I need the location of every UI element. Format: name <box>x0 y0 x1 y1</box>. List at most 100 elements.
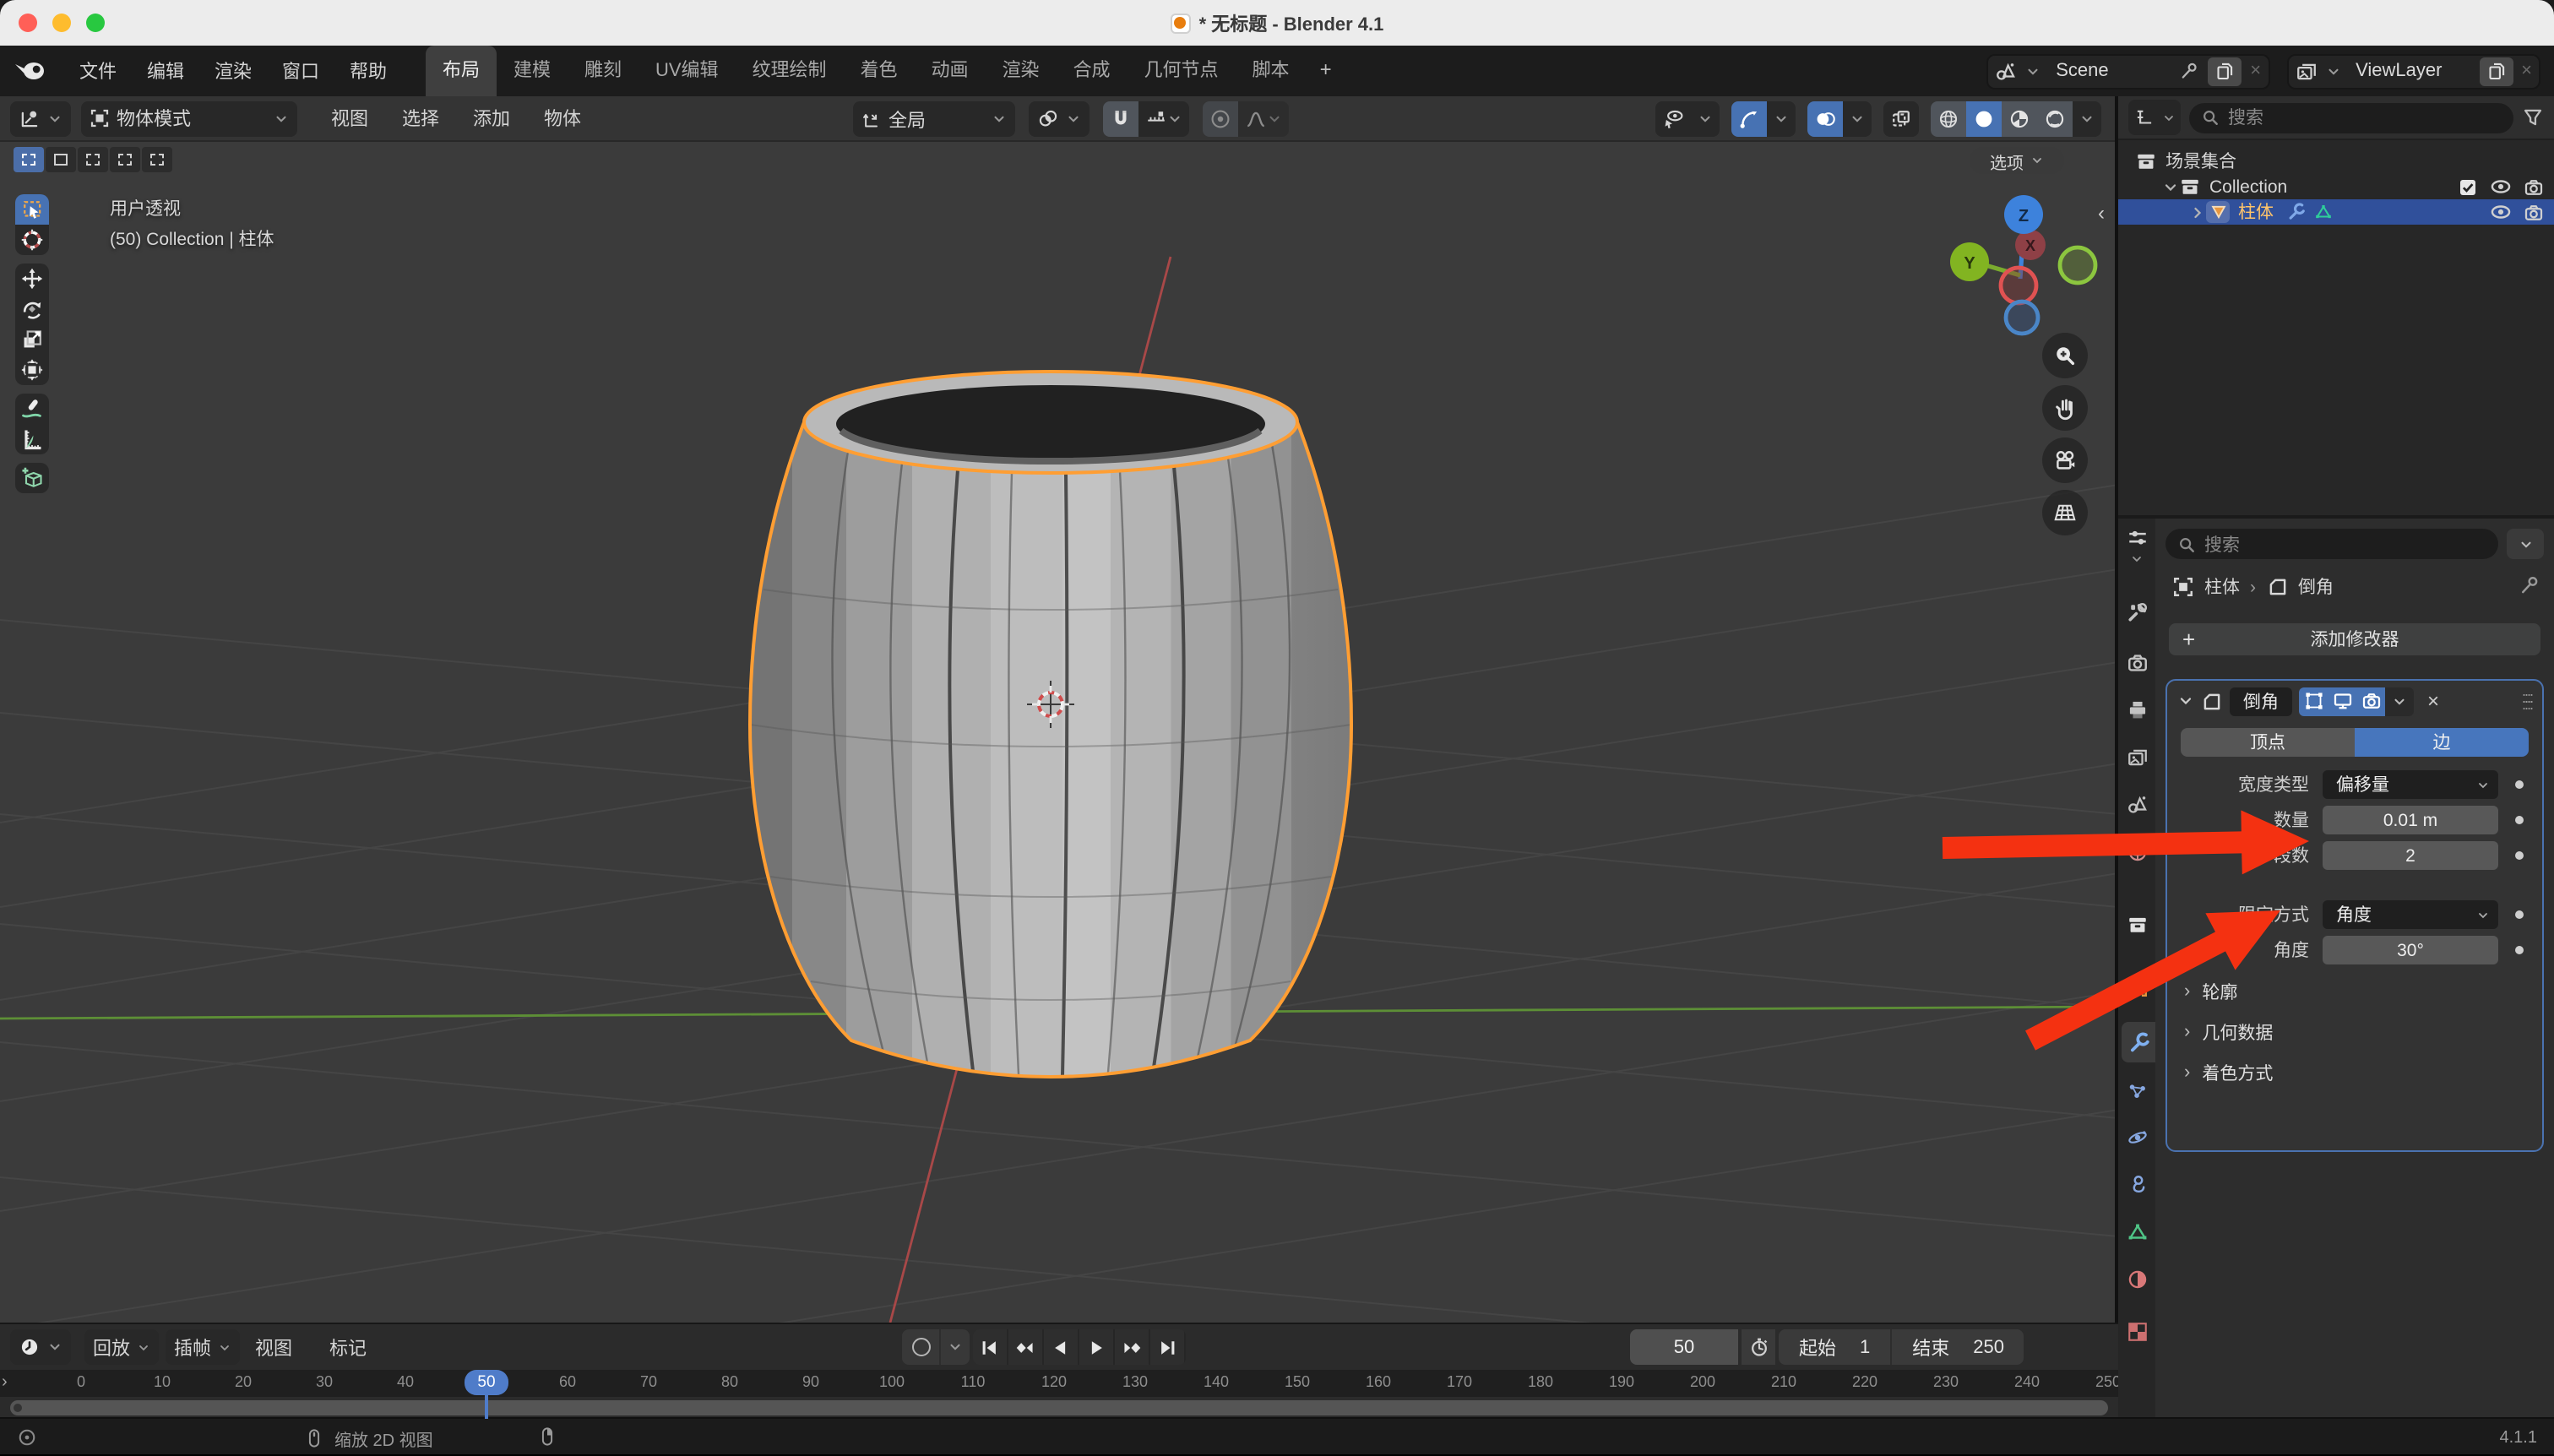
viewport-canvas[interactable] <box>0 96 2118 1323</box>
shading-rendered-button[interactable] <box>2037 101 2073 137</box>
sidebar-collapse-icon[interactable]: ‹ <box>2098 201 2105 225</box>
xray-toggle[interactable] <box>1883 101 1919 137</box>
tool-annotate[interactable] <box>15 394 49 424</box>
setting-number[interactable]: 30° <box>2323 936 2498 964</box>
show-in-render-toggle[interactable] <box>2356 687 2385 715</box>
viewport-3d[interactable]: 物体模式 视图 选择 添加 物体 全局 选项 用户透视 (50) Collect… <box>0 96 2118 1323</box>
modifier-section[interactable]: › 着色方式 <box>2167 1052 2542 1093</box>
options-dropdown[interactable]: 选项 <box>1970 147 2064 174</box>
disable-in-render-toggle[interactable] <box>2524 202 2544 222</box>
modifier-name-field[interactable]: 倒角 <box>2230 687 2292 715</box>
properties-tab-view-layer[interactable] <box>2118 736 2155 777</box>
show-in-editmode-toggle[interactable] <box>2299 687 2328 715</box>
menubar-item[interactable]: 渲染 <box>199 57 267 84</box>
tool-cursor-3d[interactable] <box>15 225 49 255</box>
select-mode-new[interactable] <box>46 147 76 172</box>
tool-measure[interactable] <box>15 424 49 454</box>
workspace-tab[interactable]: UV编辑 <box>638 46 736 96</box>
workspace-tab[interactable]: 纹理绘制 <box>736 46 844 96</box>
remove-viewlayer-button[interactable]: × <box>2521 61 2532 81</box>
animate-dot[interactable] <box>2515 851 2524 860</box>
visibility-dropdown[interactable] <box>1655 101 1720 137</box>
shading-dropdown[interactable] <box>2073 101 2101 137</box>
end-frame-field[interactable]: 结束 250 <box>1892 1329 2024 1365</box>
properties-tab-object[interactable] <box>2118 966 2155 1007</box>
auto-key-dropdown[interactable] <box>939 1329 970 1365</box>
properties-tab-modifiers[interactable] <box>2122 1022 2155 1062</box>
properties-tab-output[interactable] <box>2118 689 2155 730</box>
timeline-menu-item[interactable]: 标记 <box>314 1334 382 1361</box>
navigation-gizmo[interactable]: X Z Y <box>1926 189 2115 345</box>
setting-dropdown[interactable]: 角度 <box>2323 900 2498 929</box>
show-overlays-toggle[interactable] <box>1807 101 1843 137</box>
properties-tab-physics[interactable] <box>2118 1116 2155 1157</box>
zoom-button[interactable] <box>2042 333 2088 378</box>
timeline-expand-icon[interactable]: › <box>2 1373 8 1392</box>
properties-tab-scene[interactable] <box>2118 784 2155 824</box>
animate-dot[interactable] <box>2515 816 2524 824</box>
outliner-search-input[interactable]: 搜索 <box>2189 102 2513 133</box>
properties-options-dropdown[interactable] <box>2507 529 2544 559</box>
gizmo-dropdown[interactable] <box>1767 101 1796 137</box>
animate-dot[interactable] <box>2515 780 2524 789</box>
select-mode-intersect[interactable] <box>142 147 172 172</box>
mode-dropdown[interactable]: 物体模式 <box>81 101 297 136</box>
proportional-falloff-dropdown[interactable] <box>1238 101 1289 137</box>
shading-wireframe-button[interactable] <box>1931 101 1966 137</box>
setting-number[interactable]: 0.01 m <box>2323 806 2498 834</box>
timeline-dropdown-menu[interactable]: 插帧 <box>166 1329 240 1365</box>
proportional-edit-toggle[interactable] <box>1203 101 1238 137</box>
add-modifier-button[interactable]: + 添加修改器 <box>2169 623 2540 655</box>
show-in-viewport-toggle[interactable] <box>2328 687 2356 715</box>
workspace-tab[interactable]: 几何节点 <box>1128 46 1236 96</box>
setting-dropdown[interactable]: 偏移量 <box>2323 770 2498 799</box>
properties-search-input[interactable]: 搜索 <box>2165 529 2498 559</box>
transform-orientation-dropdown[interactable]: 全局 <box>853 101 1015 137</box>
bevel-affect-tab[interactable]: 边 <box>2355 728 2529 757</box>
tool-transform[interactable] <box>15 355 49 385</box>
workspace-tab[interactable]: 布局 <box>426 46 497 96</box>
properties-tab-particles[interactable] <box>2118 1071 2155 1111</box>
overlays-dropdown[interactable] <box>1843 101 1872 137</box>
hide-in-viewport-toggle[interactable] <box>2490 176 2512 198</box>
tool-rotate[interactable] <box>15 294 49 324</box>
modifier-section[interactable]: › 几何数据 <box>2167 1012 2542 1052</box>
animate-dot[interactable] <box>2515 946 2524 954</box>
tool-scale[interactable] <box>15 324 49 355</box>
workspace-tab[interactable]: 脚本 <box>1236 46 1307 96</box>
selectable-checkbox[interactable] <box>2458 177 2478 197</box>
outliner-row[interactable]: Collection <box>2118 174 2554 199</box>
pin-icon[interactable] <box>2519 574 2540 596</box>
modifier-extras-dropdown[interactable] <box>2385 687 2414 715</box>
toggle-grid-button[interactable] <box>2042 490 2088 535</box>
properties-editor-dropdown[interactable] <box>2118 527 2155 566</box>
shading-solid-button[interactable] <box>1966 101 2002 137</box>
current-frame-field[interactable]: 50 <box>1630 1329 1738 1365</box>
properties-tab-render[interactable] <box>2118 642 2155 682</box>
show-gizmo-toggle[interactable] <box>1731 101 1767 137</box>
viewport-menu-item[interactable]: 添加 <box>456 105 527 132</box>
menubar-item[interactable]: 窗口 <box>267 57 334 84</box>
play-reverse-button[interactable] <box>1044 1329 1079 1365</box>
menubar-item[interactable]: 文件 <box>64 57 132 84</box>
pan-hand-button[interactable] <box>2042 385 2088 431</box>
pin-icon[interactable] <box>2179 61 2199 81</box>
workspace-tab[interactable]: 着色 <box>844 46 915 96</box>
timeline-ruler[interactable]: 0 10 20 30 40 50 60 70 80 90 100 110 120 130 140 150 160… <box>0 1370 2121 1419</box>
use-preview-range-button[interactable] <box>1742 1329 1775 1365</box>
tool-move[interactable] <box>15 263 49 294</box>
timeline-menu-item[interactable]: 视图 <box>240 1334 307 1361</box>
modifier-section[interactable]: › 轮廓 <box>2167 971 2542 1012</box>
workspace-tab[interactable]: 合成 <box>1057 46 1128 96</box>
prev-keyframe-button[interactable] <box>1008 1329 1044 1365</box>
snap-toggle[interactable] <box>1103 101 1138 137</box>
viewport-menu-item[interactable]: 选择 <box>385 105 456 132</box>
select-mode-subtract[interactable] <box>110 147 140 172</box>
select-mode-extend[interactable] <box>78 147 108 172</box>
new-scene-button[interactable] <box>2208 57 2242 85</box>
camera-view-button[interactable] <box>2042 437 2088 483</box>
filter-icon[interactable] <box>2522 106 2544 128</box>
workspace-tab[interactable]: 雕刻 <box>568 46 638 96</box>
tool-add-cube[interactable] <box>15 463 49 493</box>
auto-key-toggle[interactable] <box>902 1329 939 1365</box>
